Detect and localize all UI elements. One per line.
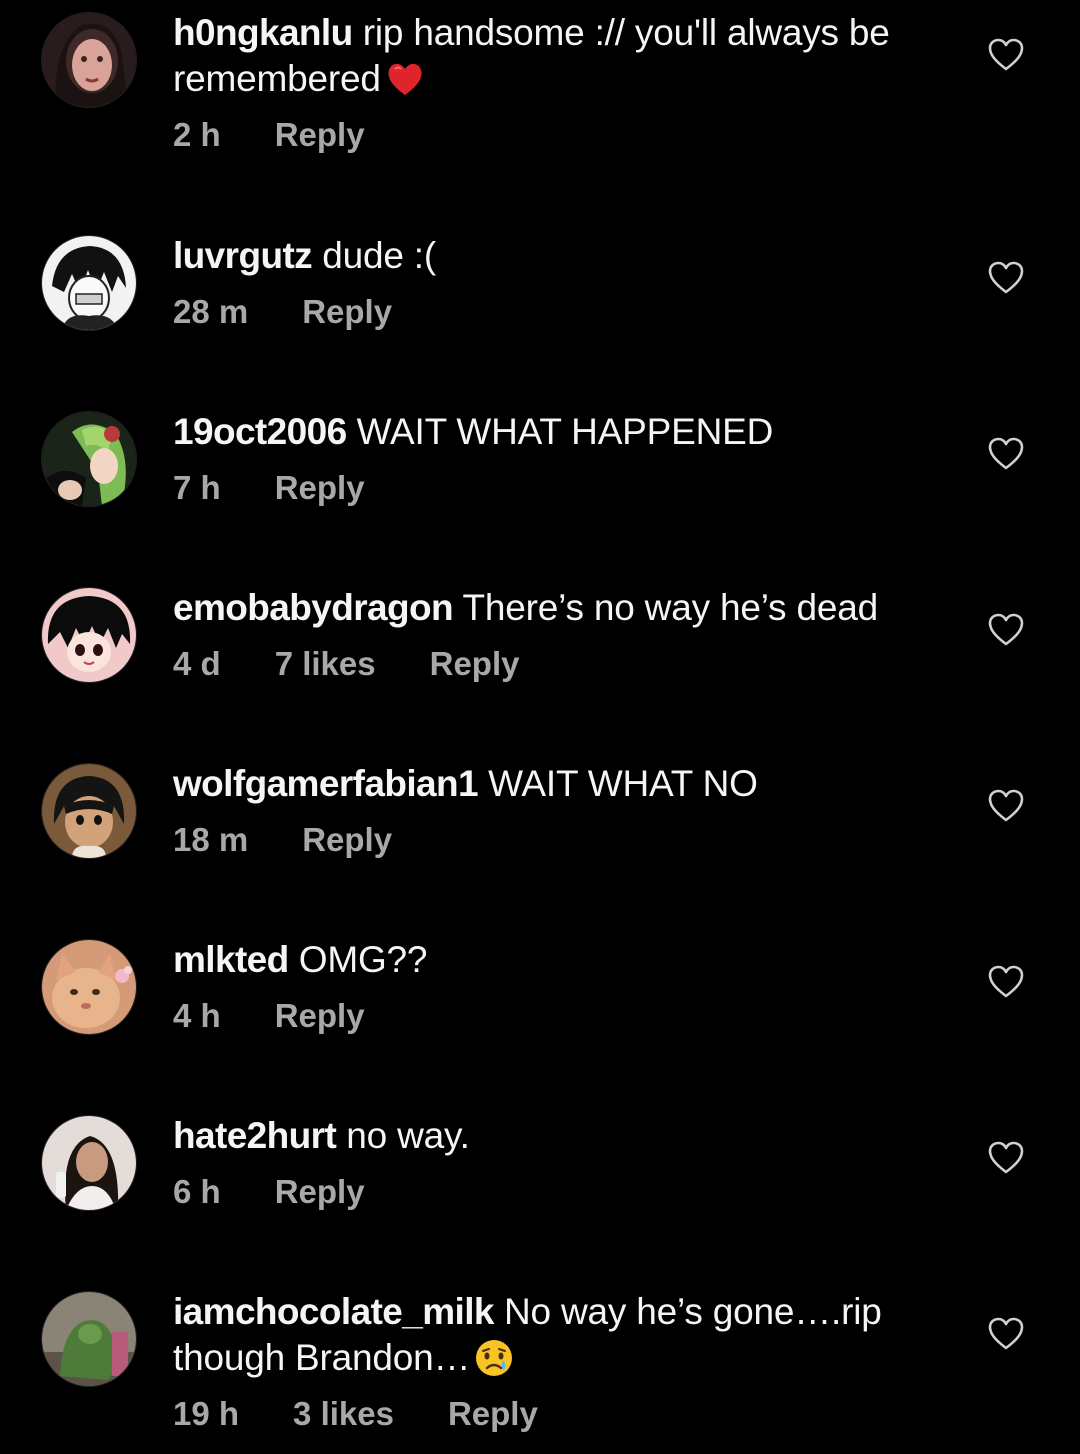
comment-text: 19oct2006 WAIT WHAT HAPPENED bbox=[173, 409, 963, 455]
username[interactable]: hate2hurt bbox=[173, 1115, 337, 1156]
username[interactable]: wolfgamerfabian1 bbox=[173, 763, 479, 804]
avatar[interactable] bbox=[42, 412, 136, 506]
reply-button[interactable]: Reply bbox=[430, 645, 520, 683]
heart-outline-icon[interactable] bbox=[988, 613, 1024, 647]
heart-outline-icon[interactable] bbox=[988, 261, 1024, 295]
comment-time: 18 m bbox=[173, 821, 249, 858]
heart-outline-icon[interactable] bbox=[988, 437, 1024, 471]
heart-outline-icon[interactable] bbox=[988, 38, 1024, 72]
heart-outline-icon[interactable] bbox=[988, 1317, 1024, 1351]
comment-body: There’s no way he’s dead bbox=[462, 587, 878, 628]
avatar[interactable] bbox=[42, 588, 136, 682]
avatar[interactable] bbox=[42, 236, 136, 330]
red-heart-emoji-icon bbox=[385, 59, 425, 99]
username[interactable]: luvrgutz bbox=[173, 235, 313, 276]
comment-meta: 4 h Reply bbox=[173, 997, 963, 1035]
comment-meta: 4 d 7 likes Reply bbox=[173, 645, 963, 683]
comment-body: WAIT WHAT NO bbox=[488, 763, 758, 804]
avatar[interactable] bbox=[42, 764, 136, 858]
comment-text: luvrgutz dude :( bbox=[173, 233, 963, 279]
comment-likes[interactable]: 7 likes bbox=[275, 645, 376, 683]
comment-meta: 28 m Reply bbox=[173, 293, 963, 331]
comment-text: mlkted OMG?? bbox=[173, 937, 963, 983]
heart-outline-icon[interactable] bbox=[988, 1141, 1024, 1175]
avatar[interactable] bbox=[42, 940, 136, 1034]
comment-text: hate2hurt no way. bbox=[173, 1113, 963, 1159]
username[interactable]: mlkted bbox=[173, 939, 289, 980]
comment-time: 19 h bbox=[173, 1395, 240, 1432]
comment-body: dude :( bbox=[322, 235, 436, 276]
comment-meta: 18 m Reply bbox=[173, 821, 963, 859]
comment-body: OMG?? bbox=[298, 939, 428, 980]
comment-meta: 6 h Reply bbox=[173, 1173, 963, 1211]
username[interactable]: 19oct2006 bbox=[173, 411, 347, 452]
reply-button[interactable]: Reply bbox=[302, 821, 392, 859]
heart-outline-icon[interactable] bbox=[988, 965, 1024, 999]
avatar[interactable] bbox=[42, 13, 136, 107]
username[interactable]: emobabydragon bbox=[173, 587, 454, 628]
comment-time: 4 h bbox=[173, 997, 221, 1034]
comment-likes[interactable]: 3 likes bbox=[293, 1395, 394, 1433]
comment-time: 6 h bbox=[173, 1173, 221, 1210]
comment-meta: 7 h Reply bbox=[173, 469, 963, 507]
crying-face-emoji-icon bbox=[474, 1338, 514, 1378]
comment-text: iamchocolate_milk No way he’s gone….rip … bbox=[173, 1289, 963, 1381]
username[interactable]: iamchocolate_milk bbox=[173, 1291, 494, 1332]
reply-button[interactable]: Reply bbox=[275, 116, 365, 154]
reply-button[interactable]: Reply bbox=[302, 293, 392, 331]
comment-time: 7 h bbox=[173, 469, 221, 506]
reply-button[interactable]: Reply bbox=[275, 997, 365, 1035]
username[interactable]: h0ngkanlu bbox=[173, 12, 353, 53]
comment-time: 28 m bbox=[173, 293, 249, 330]
reply-button[interactable]: Reply bbox=[275, 1173, 365, 1211]
heart-outline-icon[interactable] bbox=[988, 789, 1024, 823]
comment-text: emobabydragon There’s no way he’s dead bbox=[173, 585, 963, 631]
comment-text: h0ngkanlu rip handsome :// you'll always… bbox=[173, 10, 963, 102]
comment-meta: 2 h Reply bbox=[173, 116, 963, 154]
avatar[interactable] bbox=[42, 1292, 136, 1386]
reply-button[interactable]: Reply bbox=[448, 1395, 538, 1433]
comment-meta: 19 h 3 likes Reply bbox=[173, 1395, 963, 1433]
comment-text: wolfgamerfabian1 WAIT WHAT NO bbox=[173, 761, 963, 807]
comment-time: 2 h bbox=[173, 116, 221, 153]
comment-time: 4 d bbox=[173, 645, 221, 682]
reply-button[interactable]: Reply bbox=[275, 469, 365, 507]
comment-body: WAIT WHAT HAPPENED bbox=[356, 411, 774, 452]
comment-body: no way. bbox=[346, 1115, 470, 1156]
avatar[interactable] bbox=[42, 1116, 136, 1210]
